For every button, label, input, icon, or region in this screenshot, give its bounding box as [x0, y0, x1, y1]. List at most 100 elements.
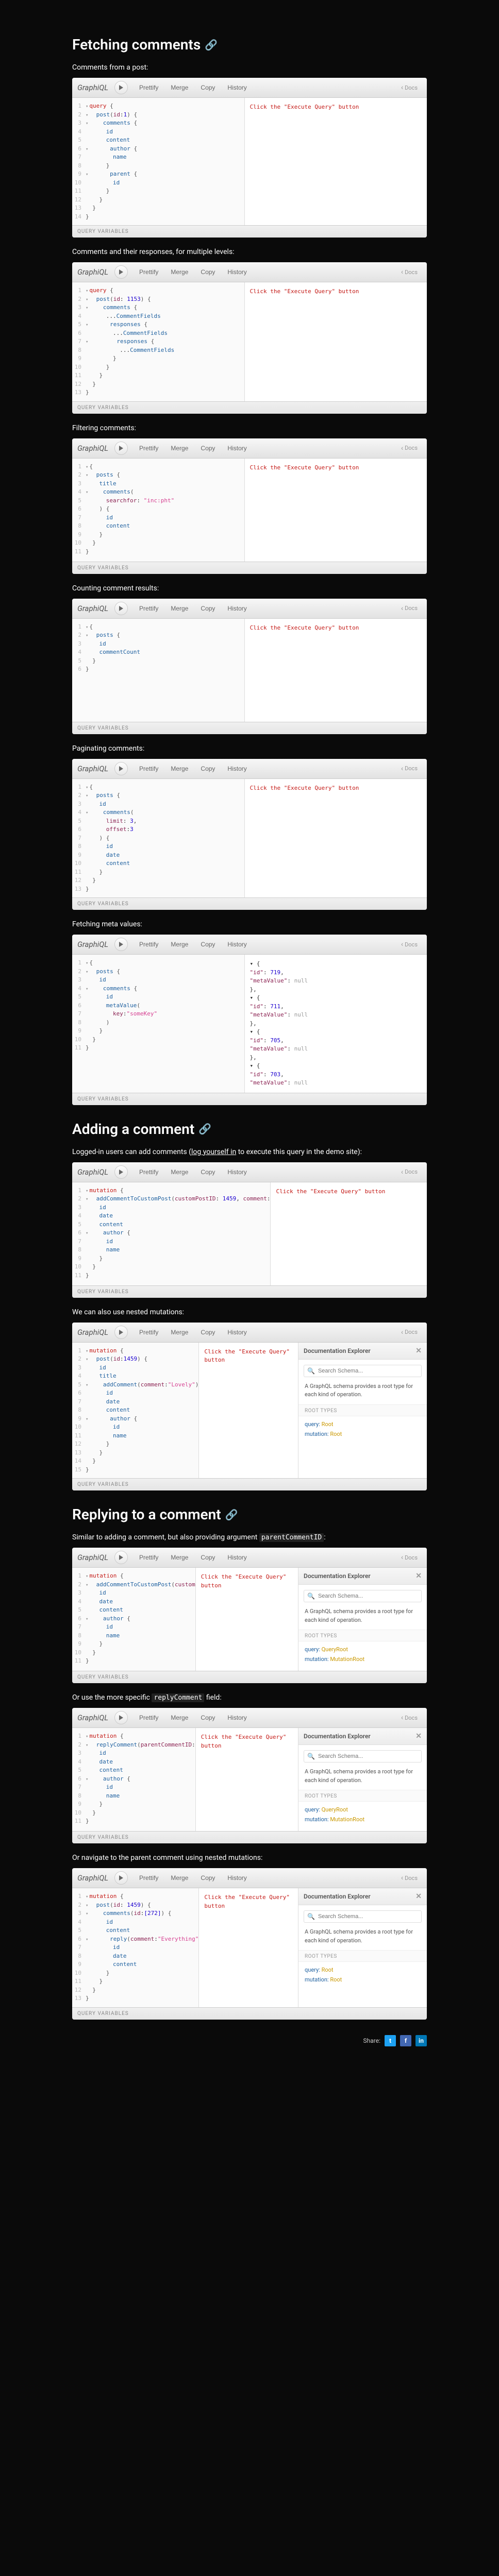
facebook-icon[interactable]: f: [400, 2035, 411, 2046]
prettify-button[interactable]: Prettify: [134, 1712, 163, 1723]
query-variables-bar[interactable]: QUERY VARIABLES: [72, 401, 427, 414]
merge-button[interactable]: Merge: [165, 1166, 193, 1178]
query-editor[interactable]: 1▾mutation {2▾ post(id: 1459) {3▾ commen…: [72, 1888, 199, 2007]
execute-button[interactable]: [114, 938, 128, 951]
history-button[interactable]: History: [222, 1552, 252, 1563]
query-variables-bar[interactable]: QUERY VARIABLES: [72, 1093, 427, 1105]
docs-toggle[interactable]: Docs: [397, 602, 422, 615]
query-editor[interactable]: 1▾query {2▾ post(id: 1153) {3▾ comments …: [72, 282, 245, 401]
history-button[interactable]: History: [222, 1712, 252, 1723]
execute-button[interactable]: [114, 1326, 128, 1339]
prettify-button[interactable]: Prettify: [134, 939, 163, 950]
close-icon[interactable]: ✕: [415, 1892, 422, 1901]
merge-button[interactable]: Merge: [165, 1712, 193, 1723]
docs-toggle[interactable]: Docs: [397, 1711, 422, 1724]
history-button[interactable]: History: [222, 82, 252, 93]
docs-toggle[interactable]: Docs: [397, 1551, 422, 1564]
execute-button[interactable]: [114, 265, 128, 279]
query-variables-bar[interactable]: QUERY VARIABLES: [72, 722, 427, 734]
query-editor[interactable]: 1▾mutation {2▾ replyComment(parentCommen…: [72, 1728, 196, 1831]
prettify-button[interactable]: Prettify: [134, 443, 163, 454]
docs-toggle[interactable]: Docs: [397, 1326, 422, 1338]
copy-button[interactable]: Copy: [195, 603, 220, 614]
query-variables-bar[interactable]: QUERY VARIABLES: [72, 1671, 427, 1683]
copy-button[interactable]: Copy: [195, 1712, 220, 1723]
docs-toggle[interactable]: Docs: [397, 81, 422, 94]
linkedin-icon[interactable]: in: [415, 2035, 427, 2046]
prettify-button[interactable]: Prettify: [134, 603, 163, 614]
query-variables-bar[interactable]: QUERY VARIABLES: [72, 1831, 427, 1843]
merge-button[interactable]: Merge: [165, 1327, 193, 1338]
merge-button[interactable]: Merge: [165, 1872, 193, 1884]
query-variables-bar[interactable]: QUERY VARIABLES: [72, 1478, 427, 1490]
twitter-icon[interactable]: t: [385, 2035, 396, 2046]
history-button[interactable]: History: [222, 443, 252, 454]
copy-button[interactable]: Copy: [195, 82, 220, 93]
anchor-icon[interactable]: 🔗: [225, 1509, 238, 1521]
mutation-type-row[interactable]: mutation: MutationRoot: [298, 1654, 427, 1664]
query-variables-bar[interactable]: QUERY VARIABLES: [72, 225, 427, 238]
query-variables-bar[interactable]: QUERY VARIABLES: [72, 2007, 427, 2020]
docs-toggle[interactable]: Docs: [397, 1872, 422, 1884]
query-editor[interactable]: 1▾mutation {2▾ addCommentToCustomPost(cu…: [72, 1182, 271, 1285]
execute-button[interactable]: [114, 1871, 128, 1885]
merge-button[interactable]: Merge: [165, 939, 193, 950]
query-type-row[interactable]: query: QueryRoot: [298, 1805, 427, 1815]
docs-toggle[interactable]: Docs: [397, 1166, 422, 1178]
history-button[interactable]: History: [222, 603, 252, 614]
copy-button[interactable]: Copy: [195, 939, 220, 950]
copy-button[interactable]: Copy: [195, 1872, 220, 1884]
prettify-button[interactable]: Prettify: [134, 1166, 163, 1178]
execute-button[interactable]: [114, 81, 128, 94]
copy-button[interactable]: Copy: [195, 1552, 220, 1563]
prettify-button[interactable]: Prettify: [134, 1872, 163, 1884]
prettify-button[interactable]: Prettify: [134, 763, 163, 774]
query-editor[interactable]: 1▾{2▾ posts {3 id4▾ comments {5 id6 meta…: [72, 955, 245, 1093]
query-type-row[interactable]: query: Root: [298, 1419, 427, 1429]
execute-button[interactable]: [114, 602, 128, 615]
merge-button[interactable]: Merge: [165, 82, 193, 93]
search-input[interactable]: [318, 1593, 418, 1599]
prettify-button[interactable]: Prettify: [134, 266, 163, 278]
close-icon[interactable]: ✕: [415, 1732, 422, 1740]
copy-button[interactable]: Copy: [195, 266, 220, 278]
query-type-row[interactable]: query: Root: [298, 1965, 427, 1975]
search-input[interactable]: [318, 1913, 418, 1920]
query-editor[interactable]: 1▾{2▾ posts {3 id4▾ comments(5 limit: 3,…: [72, 779, 245, 898]
execute-button[interactable]: [114, 442, 128, 455]
history-button[interactable]: History: [222, 266, 252, 278]
schema-search[interactable]: 🔍: [304, 1365, 422, 1377]
query-variables-bar[interactable]: QUERY VARIABLES: [72, 1285, 427, 1298]
merge-button[interactable]: Merge: [165, 266, 193, 278]
schema-search[interactable]: 🔍: [304, 1910, 422, 1923]
schema-search[interactable]: 🔍: [304, 1750, 422, 1762]
docs-toggle[interactable]: Docs: [397, 266, 422, 278]
prettify-button[interactable]: Prettify: [134, 1552, 163, 1563]
query-type-row[interactable]: query: QueryRoot: [298, 1645, 427, 1654]
docs-toggle[interactable]: Docs: [397, 442, 422, 454]
mutation-type-row[interactable]: mutation: Root: [298, 1975, 427, 1985]
execute-button[interactable]: [114, 762, 128, 775]
copy-button[interactable]: Copy: [195, 443, 220, 454]
schema-search[interactable]: 🔍: [304, 1590, 422, 1602]
execute-button[interactable]: [114, 1711, 128, 1724]
mutation-type-row[interactable]: mutation: Root: [298, 1429, 427, 1439]
execute-button[interactable]: [114, 1165, 128, 1179]
history-button[interactable]: History: [222, 763, 252, 774]
login-link[interactable]: log yourself in: [191, 1148, 236, 1156]
execute-button[interactable]: [114, 1551, 128, 1564]
history-button[interactable]: History: [222, 1327, 252, 1338]
query-variables-bar[interactable]: QUERY VARIABLES: [72, 897, 427, 910]
prettify-button[interactable]: Prettify: [134, 82, 163, 93]
copy-button[interactable]: Copy: [195, 1327, 220, 1338]
prettify-button[interactable]: Prettify: [134, 1327, 163, 1338]
search-input[interactable]: [318, 1753, 418, 1759]
mutation-type-row[interactable]: mutation: MutationRoot: [298, 1815, 427, 1824]
history-button[interactable]: History: [222, 1166, 252, 1178]
query-editor[interactable]: 1▾mutation {2▾ post(id:1459) {3 id4 titl…: [72, 1343, 199, 1479]
merge-button[interactable]: Merge: [165, 763, 193, 774]
merge-button[interactable]: Merge: [165, 443, 193, 454]
history-button[interactable]: History: [222, 939, 252, 950]
copy-button[interactable]: Copy: [195, 763, 220, 774]
search-input[interactable]: [318, 1368, 418, 1374]
